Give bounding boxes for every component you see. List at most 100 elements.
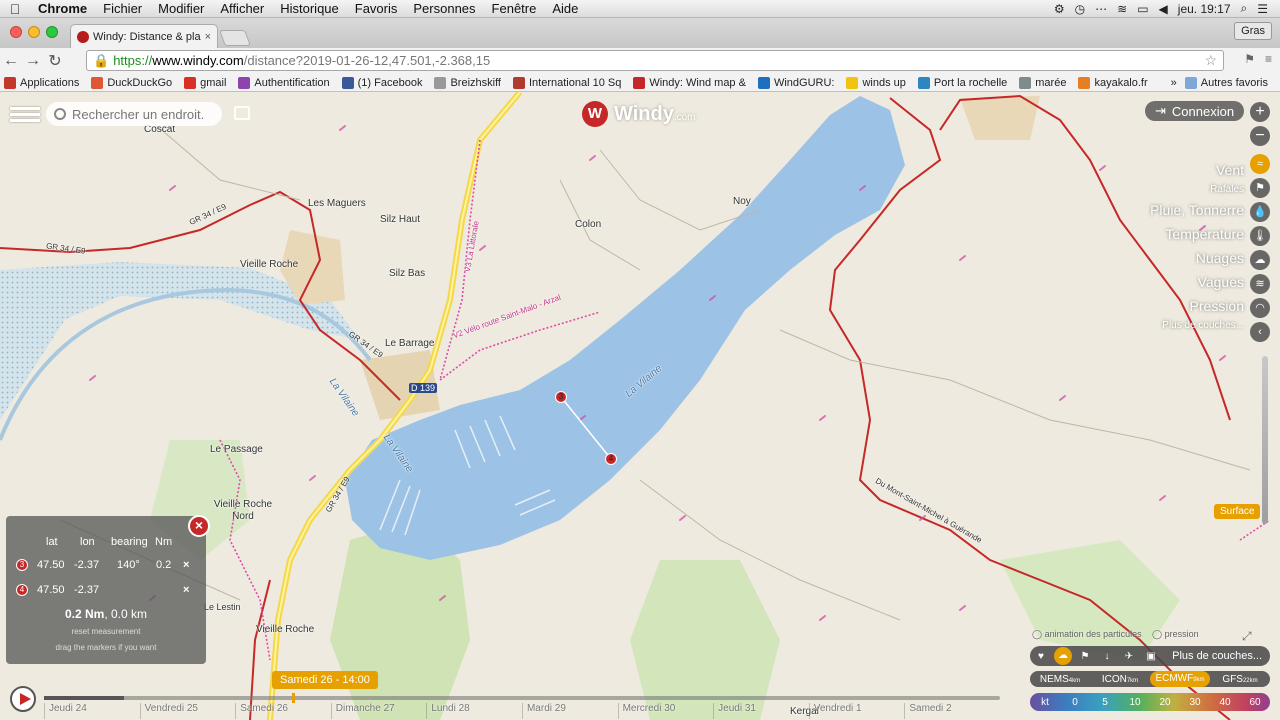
- close-window-icon[interactable]: [10, 26, 22, 38]
- cloud-icon[interactable]: ☁: [1250, 250, 1270, 270]
- bookmark-gmail[interactable]: gmail: [184, 76, 226, 89]
- bookmark-breizhskiff[interactable]: Breizhskiff: [434, 76, 501, 89]
- timeline-day[interactable]: Dimanche 27: [330, 703, 427, 719]
- model-ecmwf[interactable]: ECMWF9km: [1150, 671, 1210, 687]
- pressure-icon[interactable]: ◠: [1250, 298, 1270, 318]
- measure-marker-4[interactable]: 4: [605, 453, 617, 465]
- share-icon[interactable]: [234, 106, 250, 120]
- pressure-toggle[interactable]: ◯ pression: [1152, 629, 1199, 640]
- remove-point-icon[interactable]: ×: [183, 559, 189, 571]
- layer-pression[interactable]: Pression: [1150, 294, 1244, 318]
- model-gfs[interactable]: GFS22km: [1210, 674, 1270, 685]
- address-bar[interactable]: 🔒 https://www.windy.com/distance?2019-01…: [86, 50, 1224, 71]
- zoom-out-button[interactable]: −: [1250, 126, 1270, 146]
- bookmark-facebook[interactable]: (1) Facebook: [341, 76, 422, 89]
- login-button[interactable]: ⇥ Connexion: [1145, 101, 1245, 121]
- model-nems[interactable]: NEMS4km: [1030, 674, 1090, 685]
- timeline-day[interactable]: Jeudi 24: [44, 703, 140, 719]
- chevron-left-icon[interactable]: ‹: [1250, 322, 1270, 342]
- menu-historique[interactable]: Historique: [272, 1, 347, 16]
- gear-icon[interactable]: ⚙: [1054, 2, 1065, 16]
- back-arrow-icon[interactable]: ←: [0, 52, 22, 70]
- display-icon[interactable]: ▭: [1137, 2, 1148, 16]
- waves-icon[interactable]: ≋: [1250, 274, 1270, 294]
- more-bookmarks-icon[interactable]: »: [1171, 77, 1177, 89]
- surface-badge[interactable]: Surface: [1214, 504, 1261, 519]
- timeline-day[interactable]: Samedi 2: [904, 703, 1000, 719]
- thermometer-icon[interactable]: 🌡: [1250, 226, 1270, 246]
- bookmark-other-folder[interactable]: Autres favoris: [1184, 76, 1268, 89]
- timeline-day[interactable]: Vendredi 25: [139, 703, 236, 719]
- volume-icon[interactable]: ◀: [1159, 2, 1168, 16]
- apple-icon[interactable]: : [0, 1, 30, 17]
- flags-icon[interactable]: ⚑: [1074, 651, 1096, 662]
- rain-icon[interactable]: 💧: [1250, 202, 1270, 222]
- wifi-icon[interactable]: ≋: [1117, 2, 1127, 16]
- tab-windy[interactable]: Windy: Distance & planific ×: [70, 24, 218, 48]
- menu-aide[interactable]: Aide: [544, 1, 586, 16]
- bookmark-duckduckgo[interactable]: DuckDuckGo: [91, 76, 172, 89]
- close-measure-button[interactable]: ×: [188, 515, 210, 537]
- timeline-day[interactable]: Vendredi 1: [808, 703, 905, 719]
- dots-icon[interactable]: ⋯: [1095, 2, 1107, 16]
- airport-icon[interactable]: ✈: [1118, 651, 1140, 662]
- timeline-handle[interactable]: [292, 693, 295, 703]
- hamburger-menu-icon[interactable]: [10, 104, 40, 126]
- bookmark-windy[interactable]: Windy: Wind map &: [633, 76, 746, 89]
- bookmark-winds-up[interactable]: winds up: [846, 76, 906, 89]
- time-machine-icon[interactable]: ◷: [1075, 2, 1085, 16]
- menu-personnes[interactable]: Personnes: [405, 1, 483, 16]
- thermometer-small-icon[interactable]: ↓: [1096, 651, 1118, 662]
- menu-fenetre[interactable]: Fenêtre: [484, 1, 545, 16]
- gust-icon[interactable]: ⚑: [1250, 178, 1270, 198]
- timeline-day[interactable]: Samedi 26: [235, 703, 331, 719]
- play-button[interactable]: [10, 686, 36, 712]
- timeline-day[interactable]: Jeudi 31: [713, 703, 809, 719]
- zoom-window-icon[interactable]: [46, 26, 58, 38]
- altitude-slider[interactable]: [1262, 356, 1268, 524]
- layer-rafales[interactable]: Rafales: [1150, 182, 1244, 198]
- close-tab-icon[interactable]: ×: [205, 31, 211, 43]
- reload-icon[interactable]: ↻: [44, 51, 66, 71]
- measure-marker-3[interactable]: 3: [555, 391, 567, 403]
- remove-point-icon[interactable]: ×: [183, 584, 189, 596]
- profile-button[interactable]: Gras: [1234, 22, 1272, 40]
- chrome-menu-icon[interactable]: ≡: [1265, 52, 1272, 66]
- menu-fichier[interactable]: Fichier: [95, 1, 150, 16]
- new-tab-button[interactable]: [219, 30, 251, 46]
- extension-icon[interactable]: ⚑: [1244, 52, 1255, 66]
- wind-icon[interactable]: ≈: [1250, 154, 1270, 174]
- minimize-window-icon[interactable]: [28, 26, 40, 38]
- bookmark-kayakalo[interactable]: kayakalo.fr: [1078, 76, 1148, 89]
- forward-arrow-icon[interactable]: →: [22, 52, 44, 70]
- particles-toggle[interactable]: ◯ animation des particules: [1032, 629, 1142, 640]
- layer-vent[interactable]: Vent: [1150, 158, 1244, 182]
- layer-temperature[interactable]: Température: [1150, 222, 1244, 246]
- layer-nuages[interactable]: Nuages: [1150, 246, 1244, 270]
- bookmark-maree[interactable]: marée: [1019, 76, 1066, 89]
- bookmark-star-icon[interactable]: ☆: [1204, 52, 1223, 69]
- timeline-day[interactable]: Mardi 29: [521, 703, 618, 719]
- timeline-slider[interactable]: [44, 693, 1000, 703]
- bookmark-authentification[interactable]: Authentification: [238, 76, 330, 89]
- menu-app-name[interactable]: Chrome: [30, 1, 95, 16]
- timeline-day[interactable]: Mercredi 30: [617, 703, 714, 719]
- current-date-bubble[interactable]: Samedi 26 - 14:00: [272, 671, 378, 689]
- layer-pluie[interactable]: Pluie, Tonnerre: [1150, 198, 1244, 222]
- search-input[interactable]: Rechercher un endroit.: [46, 102, 222, 126]
- bookmark-international[interactable]: International 10 Sq: [513, 76, 621, 89]
- bookmark-port-la-rochelle[interactable]: Port la rochelle: [917, 76, 1007, 89]
- search-icon[interactable]: ⌕: [1241, 1, 1248, 16]
- menu-clock[interactable]: jeu. 19:17: [1178, 2, 1231, 16]
- layer-vagues[interactable]: Vagues: [1150, 270, 1244, 294]
- menu-afficher[interactable]: Afficher: [212, 1, 272, 16]
- bookmark-windguru[interactable]: WindGURU:: [757, 76, 834, 89]
- reset-measurement-link[interactable]: reset measurement: [6, 627, 206, 636]
- more-layers-link[interactable]: Plus de couches...: [1172, 650, 1270, 662]
- model-icon[interactable]: ICON7km: [1090, 674, 1150, 685]
- list-icon[interactable]: ☰: [1257, 2, 1268, 16]
- weather-icon[interactable]: ☁: [1054, 647, 1072, 665]
- heart-icon[interactable]: ♥: [1030, 651, 1052, 662]
- webcam-icon[interactable]: ▣: [1140, 651, 1162, 662]
- bookmark-applications[interactable]: Applications: [4, 76, 79, 89]
